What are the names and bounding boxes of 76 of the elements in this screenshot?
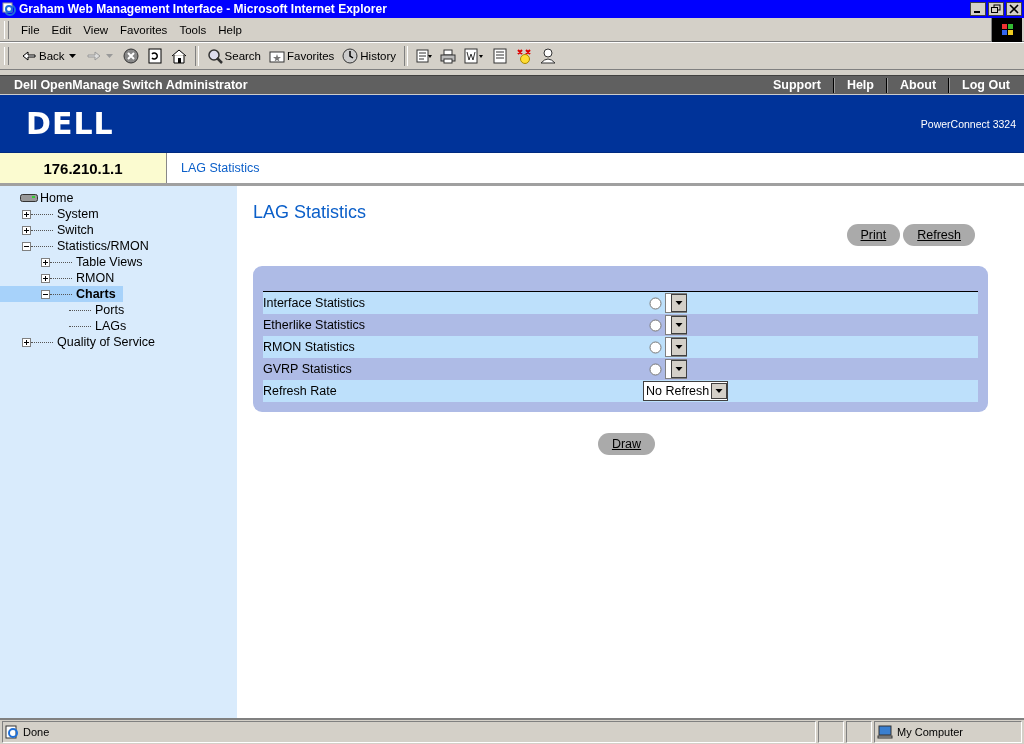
device-address: 176.210.1.1 xyxy=(0,153,167,183)
favorites-button[interactable]: Favorites xyxy=(267,47,337,65)
clock-icon xyxy=(342,48,359,64)
home-icon[interactable] xyxy=(170,48,187,64)
back-arrow-icon xyxy=(21,48,37,64)
collapse-icon[interactable] xyxy=(41,289,50,299)
window-title: Graham Web Management Interface - Microsoft Internet Explorer xyxy=(19,2,387,16)
header-link[interactable]: Log Out xyxy=(950,78,1024,92)
menu-item[interactable]: Tools xyxy=(173,24,213,36)
radio-button[interactable] xyxy=(649,318,662,332)
tree-item[interactable]: RMON xyxy=(76,271,115,285)
field-label: Etherlike Statistics xyxy=(263,318,367,332)
close-icon[interactable] xyxy=(1006,2,1022,16)
tree-item[interactable]: Charts xyxy=(76,287,116,301)
person-icon[interactable] xyxy=(540,48,557,64)
menu-item[interactable]: Help xyxy=(212,24,248,36)
tree-item[interactable]: Home xyxy=(40,191,74,205)
dropdown[interactable]: No Refresh xyxy=(643,381,729,401)
menu-item[interactable]: View xyxy=(77,24,115,36)
search-icon xyxy=(206,48,223,64)
radio-button[interactable] xyxy=(649,340,662,354)
mail-icon[interactable] xyxy=(416,48,433,64)
smiley-icon[interactable] xyxy=(516,48,533,64)
status-text: Done xyxy=(23,726,50,738)
app-title: Dell OpenManage Switch Administrator xyxy=(14,78,248,92)
dell-logo: DELL xyxy=(26,106,114,141)
field-label: RMON Statistics xyxy=(263,340,356,354)
header-link[interactable]: About xyxy=(888,78,949,92)
tree-item[interactable]: LAGs xyxy=(95,319,127,333)
expand-icon[interactable] xyxy=(22,209,31,219)
computer-icon xyxy=(877,725,893,739)
dropdown[interactable] xyxy=(665,315,687,335)
minimize-icon[interactable] xyxy=(970,2,986,16)
page-title: LAG Statistics xyxy=(253,202,368,223)
tree-item[interactable]: Switch xyxy=(57,223,94,237)
breadcrumb: LAG Statistics xyxy=(181,161,260,175)
document-edit-icon[interactable] xyxy=(464,48,485,64)
draw-button[interactable]: Draw xyxy=(597,433,656,455)
field-label: Interface Statistics xyxy=(263,296,367,310)
radio-button[interactable] xyxy=(649,296,662,310)
expand-icon[interactable] xyxy=(22,225,31,235)
history-button[interactable]: History xyxy=(340,47,399,65)
menu-item[interactable]: File xyxy=(15,24,46,36)
restore-icon[interactable] xyxy=(988,2,1004,16)
tree-item[interactable]: System xyxy=(57,207,99,221)
expand-icon[interactable] xyxy=(22,337,31,347)
product-name: PowerConnect 3324 xyxy=(920,117,1016,130)
field-label: GVRP Statistics xyxy=(263,362,353,376)
field-label: Refresh Rate xyxy=(263,384,338,398)
dropdown-caret-icon[interactable] xyxy=(68,54,76,58)
header-link[interactable]: Support xyxy=(760,78,833,92)
menu-item[interactable]: Edit xyxy=(45,24,78,36)
radio-button[interactable] xyxy=(649,362,662,376)
tree-item[interactable]: Quality of Service xyxy=(57,335,155,349)
expand-icon[interactable] xyxy=(41,257,50,267)
stop-icon[interactable] xyxy=(122,48,139,64)
dropdown[interactable] xyxy=(665,337,687,357)
tree-item[interactable]: Ports xyxy=(95,303,125,317)
tree-item[interactable]: Statistics/RMON xyxy=(57,239,149,253)
printer-icon[interactable] xyxy=(440,48,457,64)
action-button[interactable]: Print xyxy=(846,224,901,246)
expand-icon[interactable] xyxy=(41,273,50,283)
page-icon xyxy=(5,725,19,739)
dropdown[interactable] xyxy=(665,359,687,379)
notepad-icon[interactable] xyxy=(492,48,509,64)
collapse-icon[interactable] xyxy=(22,241,31,251)
search-button[interactable]: Search xyxy=(204,47,263,65)
header-link[interactable]: Help xyxy=(834,78,886,92)
menu-item[interactable]: Favorites xyxy=(114,24,174,36)
action-button[interactable]: Refresh xyxy=(903,224,975,246)
device-icon xyxy=(20,193,38,203)
tree-item[interactable]: Table Views xyxy=(76,255,143,269)
back-button[interactable]: Back xyxy=(19,47,67,65)
dropdown[interactable] xyxy=(665,293,687,313)
zone-label: My Computer xyxy=(897,726,964,738)
browser-icon xyxy=(2,2,16,16)
